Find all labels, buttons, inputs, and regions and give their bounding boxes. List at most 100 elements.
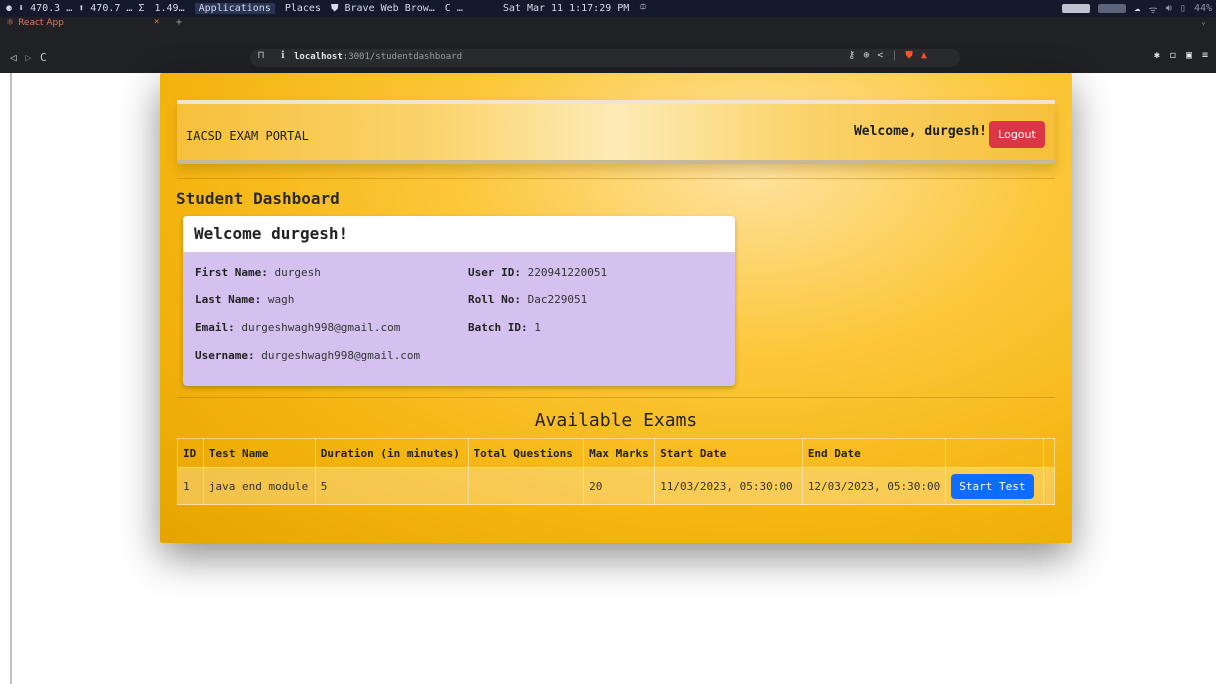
first-name-label: First Name:	[195, 266, 268, 279]
user-id-field: User ID: 220941220051	[468, 266, 607, 279]
exams-table: ID Test Name Duration (in minutes) Total…	[177, 438, 1055, 505]
roll-no-field: Roll No: Dac229051	[468, 293, 587, 306]
welcome-user: Welcome, durgesh!	[853, 124, 987, 139]
first-name-field: First Name: durgesh	[195, 266, 321, 279]
cell-duration: 5	[314, 467, 469, 505]
divider	[177, 178, 1055, 179]
separator: |	[891, 50, 898, 61]
zoom-icon[interactable]: ⊕	[863, 50, 869, 61]
sidebar-icon[interactable]: ◻	[1170, 50, 1176, 61]
column-header-end-date: End Date	[801, 438, 947, 468]
workspace-indicator[interactable]	[1062, 4, 1091, 13]
system-tray: ☁ ᯤ 🔊︎ ▯ 44%	[1062, 0, 1212, 17]
taskbar-item[interactable]: C …	[445, 3, 463, 14]
close-icon[interactable]: ×	[154, 17, 159, 27]
user-id-label: User ID:	[468, 266, 521, 279]
username-field: Username: durgeshwagh998@gmail.com	[195, 349, 420, 362]
column-header-duration: Duration (in minutes)	[314, 438, 469, 468]
volume-icon: 🔊︎	[1165, 3, 1172, 14]
last-name-label: Last Name:	[195, 293, 262, 306]
taskbar-brave[interactable]: ⛊ Brave Web Brow…	[331, 3, 435, 14]
table-header-row: ID Test Name Duration (in minutes) Total…	[177, 438, 1055, 468]
react-icon: ⚛	[6, 18, 15, 28]
back-icon[interactable]: ◁	[10, 51, 17, 64]
share-icon[interactable]: <	[877, 50, 883, 61]
batch-id-field: Batch ID: 1	[468, 321, 541, 334]
cell-start-date: 11/03/2023, 05:30:00	[654, 467, 803, 505]
email-field: Email: durgeshwagh998@gmail.com	[195, 321, 400, 334]
clock: Sat Mar 11 1:17:29 PM	[502, 3, 630, 14]
navbar: IACSD EXAM PORTAL Welcome, durgesh! Logo…	[177, 100, 1055, 164]
cpu-stat: 1.49…	[154, 3, 185, 14]
cell-id: 1	[177, 467, 204, 505]
column-header-test-name: Test Name	[202, 438, 316, 468]
dashboard-container: IACSD EXAM PORTAL Welcome, durgesh! Logo…	[160, 73, 1072, 543]
url-host: localhost	[294, 52, 343, 62]
address-bar-icons: ⚷ ⊕ < | ⛊ ▲	[848, 50, 927, 61]
wifi-icon: ᯤ	[1148, 4, 1158, 16]
browser-tab[interactable]: ⚛ React App	[6, 17, 64, 29]
email-label: Email:	[195, 321, 235, 334]
new-tab-icon[interactable]: +	[176, 17, 182, 28]
applications-menu[interactable]: Applications	[194, 3, 275, 14]
logout-button[interactable]: Logout	[989, 121, 1045, 148]
page-title: Student Dashboard	[176, 189, 340, 208]
workspace-indicator-2[interactable]	[1098, 4, 1127, 13]
roll-no-value: Dac229051	[527, 293, 588, 306]
cell-max-marks: 20	[583, 467, 656, 505]
user-id-value: 220941220051	[527, 266, 608, 279]
column-header-extra	[1043, 438, 1055, 468]
column-header-start-date: Start Date	[654, 438, 803, 468]
browser-tab-bar: ⚛ React App × + ⌄	[0, 17, 1216, 43]
batch-id-value: 1	[534, 321, 541, 334]
first-name-value: durgesh	[274, 266, 321, 279]
extension-icons: ✱ ◻ ▣ ≡	[1154, 50, 1208, 61]
exams-title: Available Exams	[534, 410, 698, 431]
key-icon[interactable]: ⚷	[848, 50, 855, 61]
username-value: durgeshwagh998@gmail.com	[261, 349, 421, 362]
reload-icon[interactable]: C	[40, 51, 47, 64]
column-header-id: ID	[177, 438, 204, 468]
bookmark-icon[interactable]: ⊓	[258, 50, 264, 61]
email-value: durgeshwagh998@gmail.com	[241, 321, 401, 334]
cell-end-date: 12/03/2023, 05:30:00	[801, 467, 947, 505]
places-menu[interactable]: Places	[285, 3, 321, 14]
battery-icon: ▯	[1179, 3, 1186, 14]
username-label: Username:	[195, 349, 255, 362]
battery-level: 44%	[1193, 3, 1212, 14]
brave-shield-icon[interactable]: ⛊	[905, 50, 913, 61]
brave-rewards-icon[interactable]: ▲	[921, 50, 927, 61]
column-header-action	[945, 438, 1044, 468]
column-header-max-marks: Max Marks	[583, 438, 656, 468]
roll-no-label: Roll No:	[468, 293, 521, 306]
last-name-value: wagh	[267, 293, 295, 306]
system-stats: ⚈ ⬇ 470.3 … ⬆ 470.7 … Σ	[6, 3, 145, 14]
cell-action: Start Test	[945, 467, 1044, 505]
extensions-icon[interactable]: ✱	[1154, 50, 1160, 61]
last-name-field: Last Name: wagh	[195, 293, 294, 306]
forward-icon[interactable]: ▷	[25, 51, 32, 64]
cell-extra	[1043, 467, 1055, 505]
tab-title: React App	[18, 18, 64, 28]
batch-id-label: Batch ID:	[468, 321, 528, 334]
cell-total-questions	[467, 467, 585, 505]
url-text[interactable]: localhost:3001/studentdashboard	[294, 52, 462, 62]
cell-test-name: java end module	[202, 467, 316, 505]
cloud-icon: ☁	[1134, 3, 1141, 14]
start-test-button[interactable]: Start Test	[951, 473, 1034, 499]
system-top-bar: ⚈ ⬇ 470.3 … ⬆ 470.7 … Σ 1.49… Applicatio…	[0, 0, 1216, 17]
table-row: 1 java end module 5 20 11/03/2023, 05:30…	[177, 467, 1055, 505]
tray-icon: ⯐	[639, 2, 647, 13]
card-title: Welcome durgesh!	[194, 224, 349, 243]
site-info-icon[interactable]: ℹ	[281, 50, 285, 61]
wallet-icon[interactable]: ▣	[1186, 50, 1192, 61]
menu-icon[interactable]: ≡	[1202, 50, 1208, 61]
card-header: Welcome durgesh!	[183, 216, 735, 253]
brand-title[interactable]: IACSD EXAM PORTAL	[186, 129, 309, 143]
divider	[177, 397, 1055, 398]
url-path: :3001/studentdashboard	[342, 52, 462, 62]
chevron-down-icon[interactable]: ⌄	[1201, 17, 1206, 26]
page-edge	[10, 73, 12, 684]
column-header-total-questions: Total Questions	[467, 438, 585, 468]
profile-card: Welcome durgesh! First Name: durgesh Las…	[183, 216, 735, 386]
